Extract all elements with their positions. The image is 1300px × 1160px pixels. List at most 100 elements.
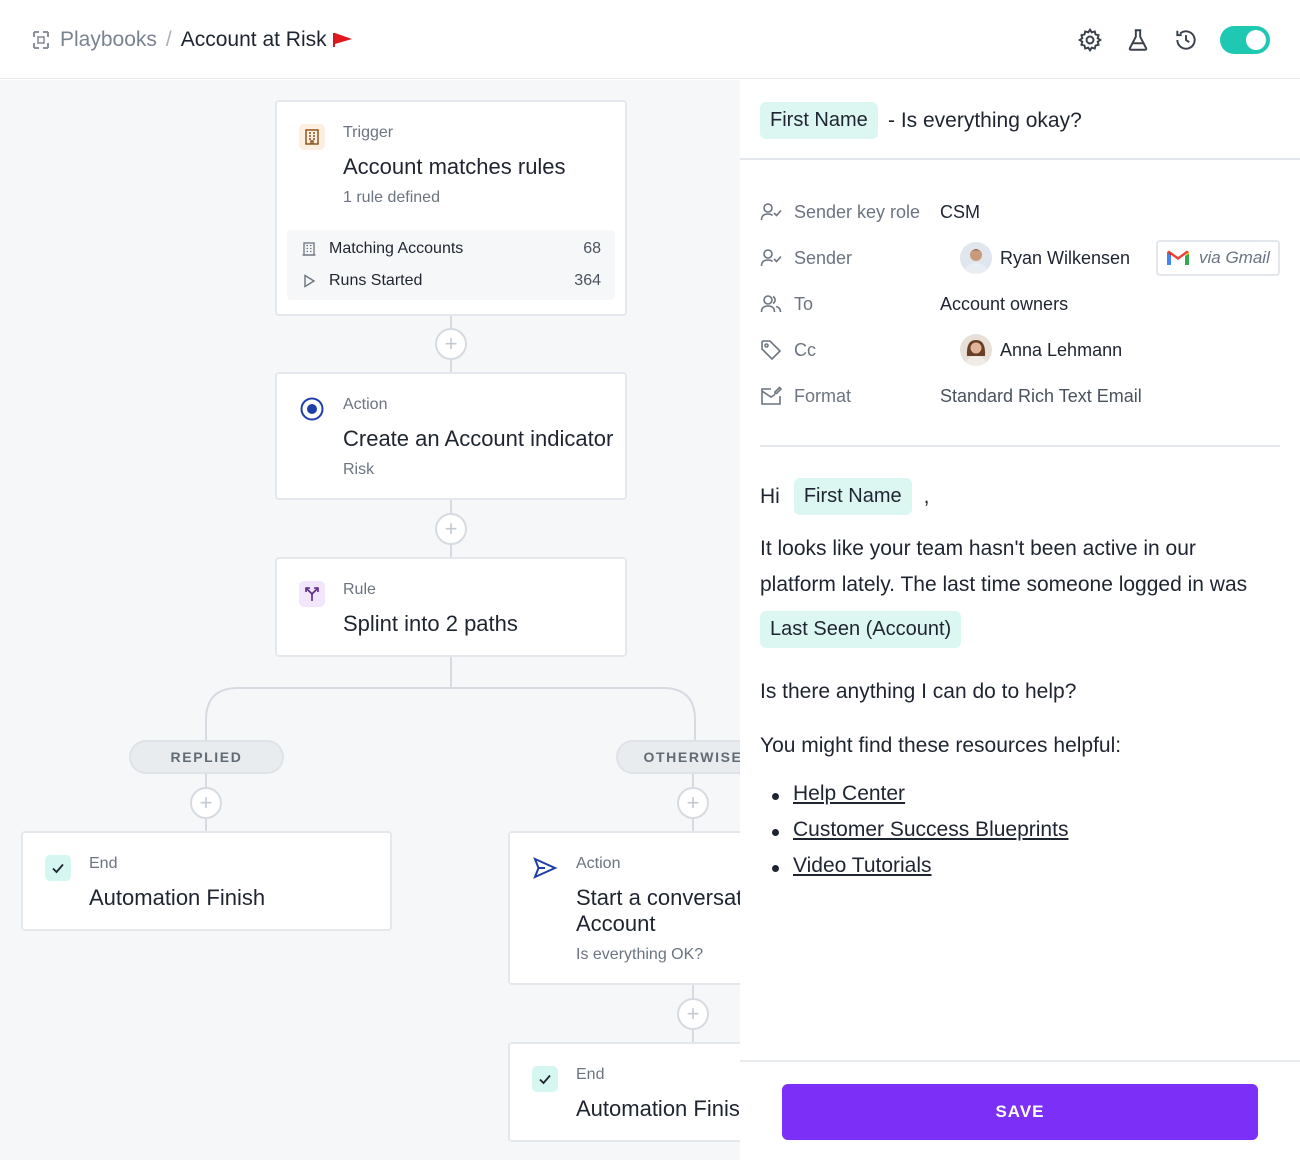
add-step-button[interactable]: + [677,787,709,819]
field-value: Ryan Wilkensen [960,242,1130,274]
avatar [960,334,992,366]
check-icon [539,1074,551,1085]
action-subtitle: Is everything OK? [576,946,704,963]
gmail-icon [1167,250,1189,265]
field-label: Sender [794,247,853,268]
field-format[interactable]: Format Standard Rich Text Email [760,381,1280,411]
stat-label: Matching Accounts [329,240,464,257]
end-icon-badge [45,855,71,881]
field-value: Account owners [940,293,1069,314]
greeting-comma: , [923,484,930,508]
field-cc[interactable]: Cc Anna Lehmann [760,334,1280,366]
trigger-icon-badge [299,124,325,150]
building-icon [305,129,319,145]
action-card-indicator[interactable]: Action Create an Account indicator Risk [275,372,627,500]
rule-icon-badge [299,581,325,607]
split-icon [305,587,319,601]
action-card-conversation[interactable]: Action Start a conversati Account Is eve… [508,831,740,985]
first-name-variable-chip[interactable]: First Name [793,478,912,515]
branch-replied[interactable]: REPLIED [129,740,284,774]
end-icon-badge [532,1066,558,1092]
action-kind: Action [576,855,621,872]
history-icon [1176,30,1196,50]
playbook-active-toggle[interactable] [1220,26,1270,54]
action-title-line2: Account [576,911,656,936]
action-kind: Action [343,396,388,413]
greeting-text: Hi [760,484,780,508]
email-body-greeting[interactable]: Hi First Name , [760,478,1280,515]
playbooks-icon [33,31,49,49]
tag-icon [760,339,782,361]
email-body-paragraph[interactable]: It looks like your team hasn't been acti… [760,537,1280,648]
save-button[interactable]: SAVE [782,1084,1258,1140]
paragraph-line: platform lately. The last time someone l… [760,573,1248,596]
breadcrumb-separator: / [165,28,172,51]
email-body-paragraph[interactable]: Is there anything I can do to help? [760,680,1280,704]
field-value: CSM [940,201,980,222]
email-subject[interactable]: First Name - Is everything okay? [740,80,1300,160]
help-center-link[interactable]: Help Center [793,782,905,805]
end-card-left[interactable]: End Automation Finish [21,831,392,931]
action-icon-badge [532,855,558,881]
paragraph-line: It looks like your team hasn't been acti… [760,537,1196,560]
action-subtitle: Risk [343,461,375,478]
play-icon [301,273,317,289]
settings-button[interactable] [1076,26,1104,54]
customer-success-blueprints-link[interactable]: Customer Success Blueprints [793,818,1068,841]
rule-kind: Rule [343,581,376,598]
check-icon [52,863,64,874]
end-title: Automation Finis [576,1096,740,1121]
stat-value: 364 [574,272,601,289]
playbook-canvas[interactable]: Trigger Account matches rules 1 rule def… [0,80,740,1160]
breadcrumb-playbooks[interactable]: Playbooks [60,28,157,52]
field-value: Standard Rich Text Email [940,385,1142,406]
first-name-variable-chip[interactable]: First Name [760,102,878,139]
list-item: Customer Success Blueprints [760,818,1280,854]
via-gmail-badge[interactable]: via Gmail [1156,240,1280,276]
via-gmail-label: via Gmail [1199,248,1270,267]
last-seen-variable-chip[interactable]: Last Seen (Account) [760,611,962,648]
breadcrumb: Playbooks / Account at Risk [30,28,353,52]
field-label: Cc [794,339,816,360]
send-icon [533,857,558,879]
subject-text[interactable]: - Is everything okay? [888,109,1082,133]
cc-name: Anna Lehmann [1000,339,1123,360]
rule-card[interactable]: Rule Splint into 2 paths [275,557,627,657]
stat-label: Runs Started [329,272,423,289]
add-step-button[interactable]: + [435,513,467,545]
field-sender[interactable]: Sender Ryan Wilkensen via Gmail [760,240,1280,276]
stat-runs-started: Runs Started 364 [301,266,601,296]
flag-icon [332,33,352,47]
history-button[interactable] [1172,26,1200,54]
test-button[interactable] [1124,26,1152,54]
field-value: Anna Lehmann [960,334,1122,366]
rule-title: Splint into 2 paths [343,611,518,636]
end-kind: End [576,1066,605,1083]
field-sender-key-role[interactable]: Sender key role CSM [760,197,1280,227]
page-title: Account at Risk [180,28,327,51]
divider [760,445,1280,447]
avatar [960,242,992,274]
end-title: Automation Finish [89,885,266,910]
end-card-right[interactable]: End Automation Finis [508,1042,740,1142]
trigger-subtitle: 1 rule defined [343,189,440,206]
action-title: Start a conversati [576,885,740,910]
add-step-button[interactable]: + [435,328,467,360]
sender-name: Ryan Wilkensen [1000,247,1131,268]
field-label: To [794,293,814,314]
trigger-card[interactable]: Trigger Account matches rules 1 rule def… [275,100,627,316]
email-body-paragraph[interactable]: You might find these resources helpful: [760,734,1280,758]
users-icon [760,293,782,315]
target-icon [300,397,324,421]
mail-edit-icon [760,385,782,407]
add-step-button[interactable]: + [190,787,222,819]
trigger-kind: Trigger [343,124,394,141]
trigger-title: Account matches rules [343,154,566,179]
trigger-stats: Matching Accounts 68 Runs Started 364 [287,230,615,300]
toggle-knob [1246,30,1266,50]
list-item: Video Tutorials [760,854,1280,890]
branch-otherwise[interactable]: OTHERWISE [616,740,740,774]
field-to[interactable]: To Account owners [760,289,1280,319]
add-step-button[interactable]: + [677,998,709,1030]
video-tutorials-link[interactable]: Video Tutorials [793,854,932,877]
